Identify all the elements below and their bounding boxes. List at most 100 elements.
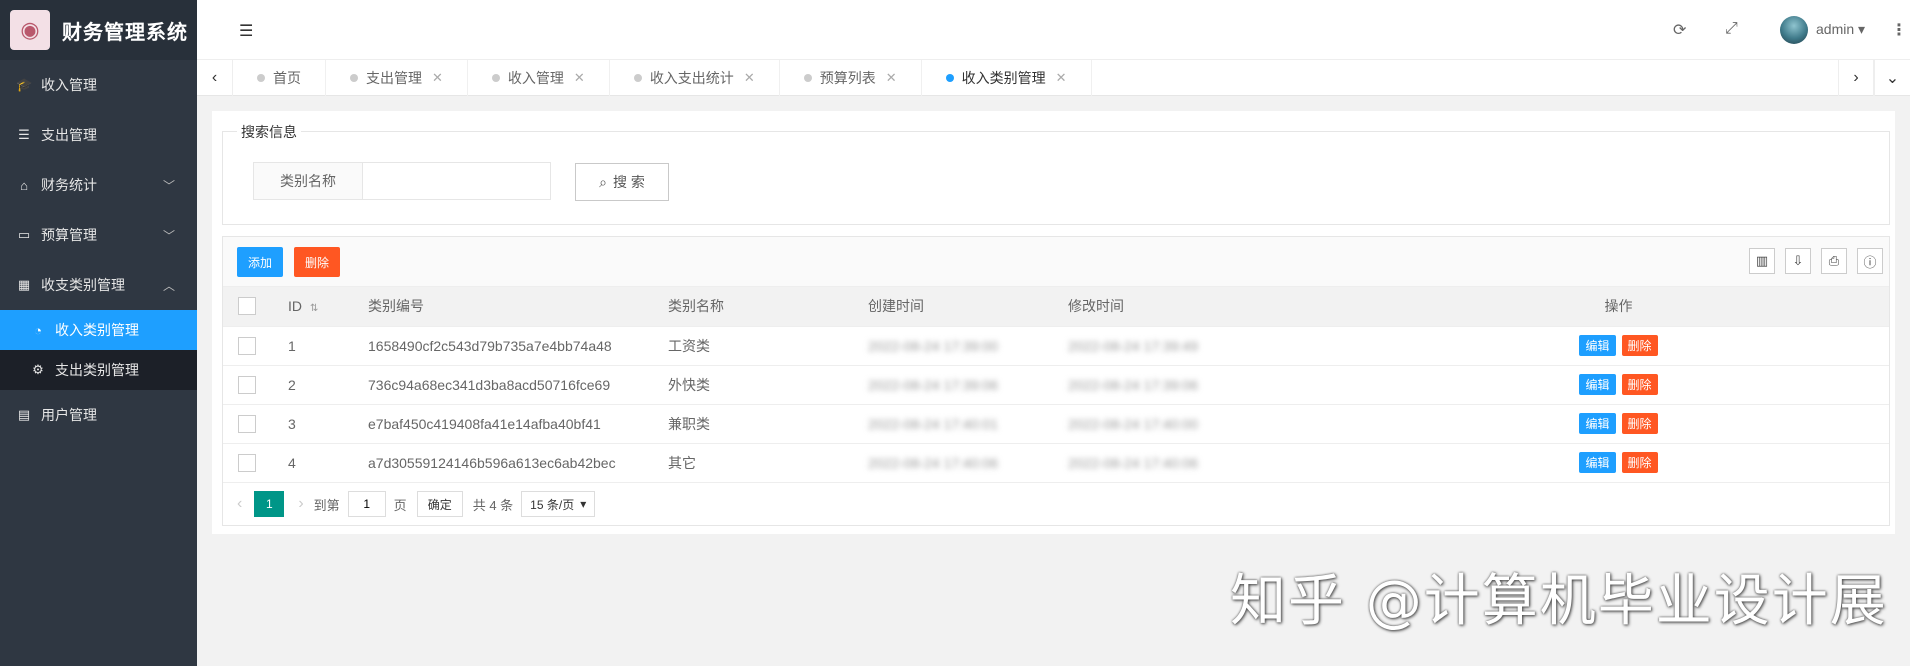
delete-button[interactable]: 删除	[294, 247, 340, 277]
page-prev-icon[interactable]: ‹	[237, 495, 242, 513]
close-icon[interactable]: ✕	[432, 70, 443, 86]
close-icon[interactable]: ✕	[886, 70, 897, 86]
dashboard-icon: ◔	[34, 322, 42, 338]
sidebar-item-users[interactable]: ▤ 用户管理	[0, 390, 197, 440]
header-name: 类别名称	[668, 287, 868, 327]
dot-icon	[945, 74, 954, 82]
sidebar-item-finance-stats[interactable]: ⌂ 财务统计 ﹀	[0, 160, 197, 210]
sidebar-item-label: 支出类别管理	[55, 362, 139, 378]
tab-label: 首页	[273, 70, 301, 86]
tab-home[interactable]: 首页	[233, 60, 326, 96]
sidebar-item-label: 收入类别管理	[55, 322, 139, 338]
category-name-input[interactable]	[363, 162, 551, 200]
row-checkbox-cell	[223, 443, 288, 483]
sidebar-item-budget[interactable]: ▭ 预算管理 ﹀	[0, 210, 197, 260]
refresh-icon[interactable]: ⟳	[1673, 20, 1686, 40]
columns-icon[interactable]: ▥	[1749, 248, 1775, 274]
app-title: 财务管理系统	[62, 21, 188, 44]
total-count: 共 4 条	[472, 497, 514, 513]
sidebar-item-category[interactable]: ▦ 收支类别管理 ︿	[0, 260, 197, 310]
tab-budget-list[interactable]: 预算列表 ✕	[780, 60, 922, 96]
tab-income[interactable]: 收入管理 ✕	[468, 60, 610, 96]
info-icon[interactable]: ⓘ	[1857, 248, 1883, 274]
cell-modified: 2022-08-24 17:40:06	[1068, 443, 1418, 483]
sidebar-item-expense[interactable]: ☰ 支出管理	[0, 110, 197, 160]
sidebar-item-income[interactable]: 🎓 收入管理	[0, 60, 197, 110]
edit-button[interactable]: 编辑	[1579, 335, 1616, 356]
export-icon[interactable]: ⇩	[1785, 248, 1811, 274]
tab-list: 首页 支出管理 ✕ 收入管理 ✕ 收入支出统计 ✕ 预算列表 ✕ 收入类别管理 ✕	[233, 60, 1092, 96]
cell-name: 工资类	[668, 326, 868, 366]
row-checkbox[interactable]	[238, 453, 256, 472]
home-icon: ⌂	[20, 177, 28, 193]
tab-income-expense-stats[interactable]: 收入支出统计 ✕	[610, 60, 780, 96]
cell-name: 其它	[668, 443, 868, 483]
more-icon[interactable]: ⋮	[1891, 20, 1907, 40]
menu-toggle-icon[interactable]: ☰	[239, 21, 253, 41]
tab-next-icon[interactable]: ›	[1838, 60, 1874, 96]
dot-icon	[803, 74, 812, 82]
print-icon[interactable]: ⎙	[1821, 248, 1847, 274]
header-id[interactable]: ID ⇅	[288, 287, 368, 327]
add-button[interactable]: 添加	[237, 247, 283, 277]
row-checkbox[interactable]	[238, 414, 256, 433]
select-all-checkbox[interactable]	[238, 297, 256, 316]
search-legend: 搜索信息	[237, 122, 301, 142]
row-checkbox-cell	[223, 404, 288, 444]
cell-id: 3	[288, 404, 368, 444]
tab-expense[interactable]: 支出管理 ✕	[326, 60, 468, 96]
main-content: 搜索信息 类别名称 ⌕ 搜 索 添加 删除 ▥ ⇩ ⎙ ⓘ ID ⇅ 类别编号 类别…	[212, 111, 1895, 534]
tab-menu-chevron-down-icon[interactable]: ⌄	[1874, 60, 1910, 96]
delete-row-button[interactable]: 删除	[1621, 374, 1658, 395]
delete-row-button[interactable]: 删除	[1621, 413, 1658, 434]
close-icon[interactable]: ✕	[1056, 70, 1067, 86]
fullscreen-icon[interactable]: ⤢	[1725, 20, 1738, 38]
close-icon[interactable]: ✕	[574, 70, 585, 86]
tab-prev-icon[interactable]: ‹	[197, 60, 233, 96]
row-checkbox-cell	[223, 365, 288, 405]
page-jump-input[interactable]	[347, 491, 386, 517]
cell-name: 兼职类	[668, 404, 868, 444]
sidebar-item-expense-category[interactable]: ⚙ 支出类别管理	[0, 350, 197, 390]
page-unit-label: 页	[393, 497, 407, 513]
dot-icon	[491, 74, 500, 82]
user-name: admin	[1816, 21, 1855, 37]
table-panel: 添加 删除 ▥ ⇩ ⎙ ⓘ ID ⇅ 类别编号 类别名称 创建时间 修改时间 操作	[222, 236, 1890, 526]
search-icon: ⌕	[599, 173, 607, 190]
pagination: ‹ 1 › 到第 页 确定 共 4 条 15 条/页 ▾	[223, 484, 596, 524]
sort-icon[interactable]: ⇅	[310, 303, 318, 314]
graduation-cap-icon: 🎓	[16, 77, 33, 92]
tab-label: 收入支出统计	[649, 70, 734, 86]
cell-actions: 编辑 删除	[1418, 443, 1889, 483]
cell-created: 2022-08-24 17:39:06	[868, 365, 1068, 405]
cell-created: 2022-08-24 17:39:00	[868, 326, 1068, 366]
chevron-down-icon: ﹀	[162, 228, 175, 243]
cell-code: 1658490cf2c543d79b735a7e4bb74a48	[368, 326, 668, 366]
edit-button[interactable]: 编辑	[1579, 452, 1616, 473]
page-confirm-button[interactable]: 确定	[416, 491, 463, 517]
list-icon: ☰	[18, 127, 30, 142]
cell-modified: 2022-08-24 17:39:06	[1068, 365, 1418, 405]
cell-modified: 2022-08-24 17:40:00	[1068, 404, 1418, 444]
sidebar-item-income-category[interactable]: ◔ 收入类别管理	[0, 310, 197, 350]
edit-button[interactable]: 编辑	[1579, 413, 1616, 434]
goto-label: 到第	[313, 497, 340, 513]
user-menu[interactable]: admin ▾	[1816, 21, 1865, 38]
delete-row-button[interactable]: 删除	[1621, 335, 1658, 356]
row-checkbox[interactable]	[238, 375, 256, 394]
delete-row-button[interactable]: 删除	[1621, 452, 1658, 473]
tab-income-category[interactable]: 收入类别管理 ✕	[922, 60, 1092, 96]
page-next-icon[interactable]: ›	[298, 495, 303, 513]
cell-name: 外快类	[668, 365, 868, 405]
edit-button[interactable]: 编辑	[1579, 374, 1616, 395]
close-icon[interactable]: ✕	[744, 70, 755, 86]
avatar[interactable]	[1780, 16, 1808, 44]
gears-icon: ⚙	[32, 362, 44, 377]
row-checkbox[interactable]	[238, 336, 256, 355]
search-button[interactable]: ⌕ 搜 索	[575, 163, 669, 201]
page-size-value: 15 条/页	[530, 497, 575, 512]
logo-area[interactable]: ◉ 财务管理系统	[0, 0, 197, 60]
search-panel: 搜索信息 类别名称 ⌕ 搜 索	[222, 122, 1890, 225]
page-current[interactable]: 1	[254, 491, 285, 517]
page-size-select[interactable]: 15 条/页 ▾	[521, 491, 596, 517]
